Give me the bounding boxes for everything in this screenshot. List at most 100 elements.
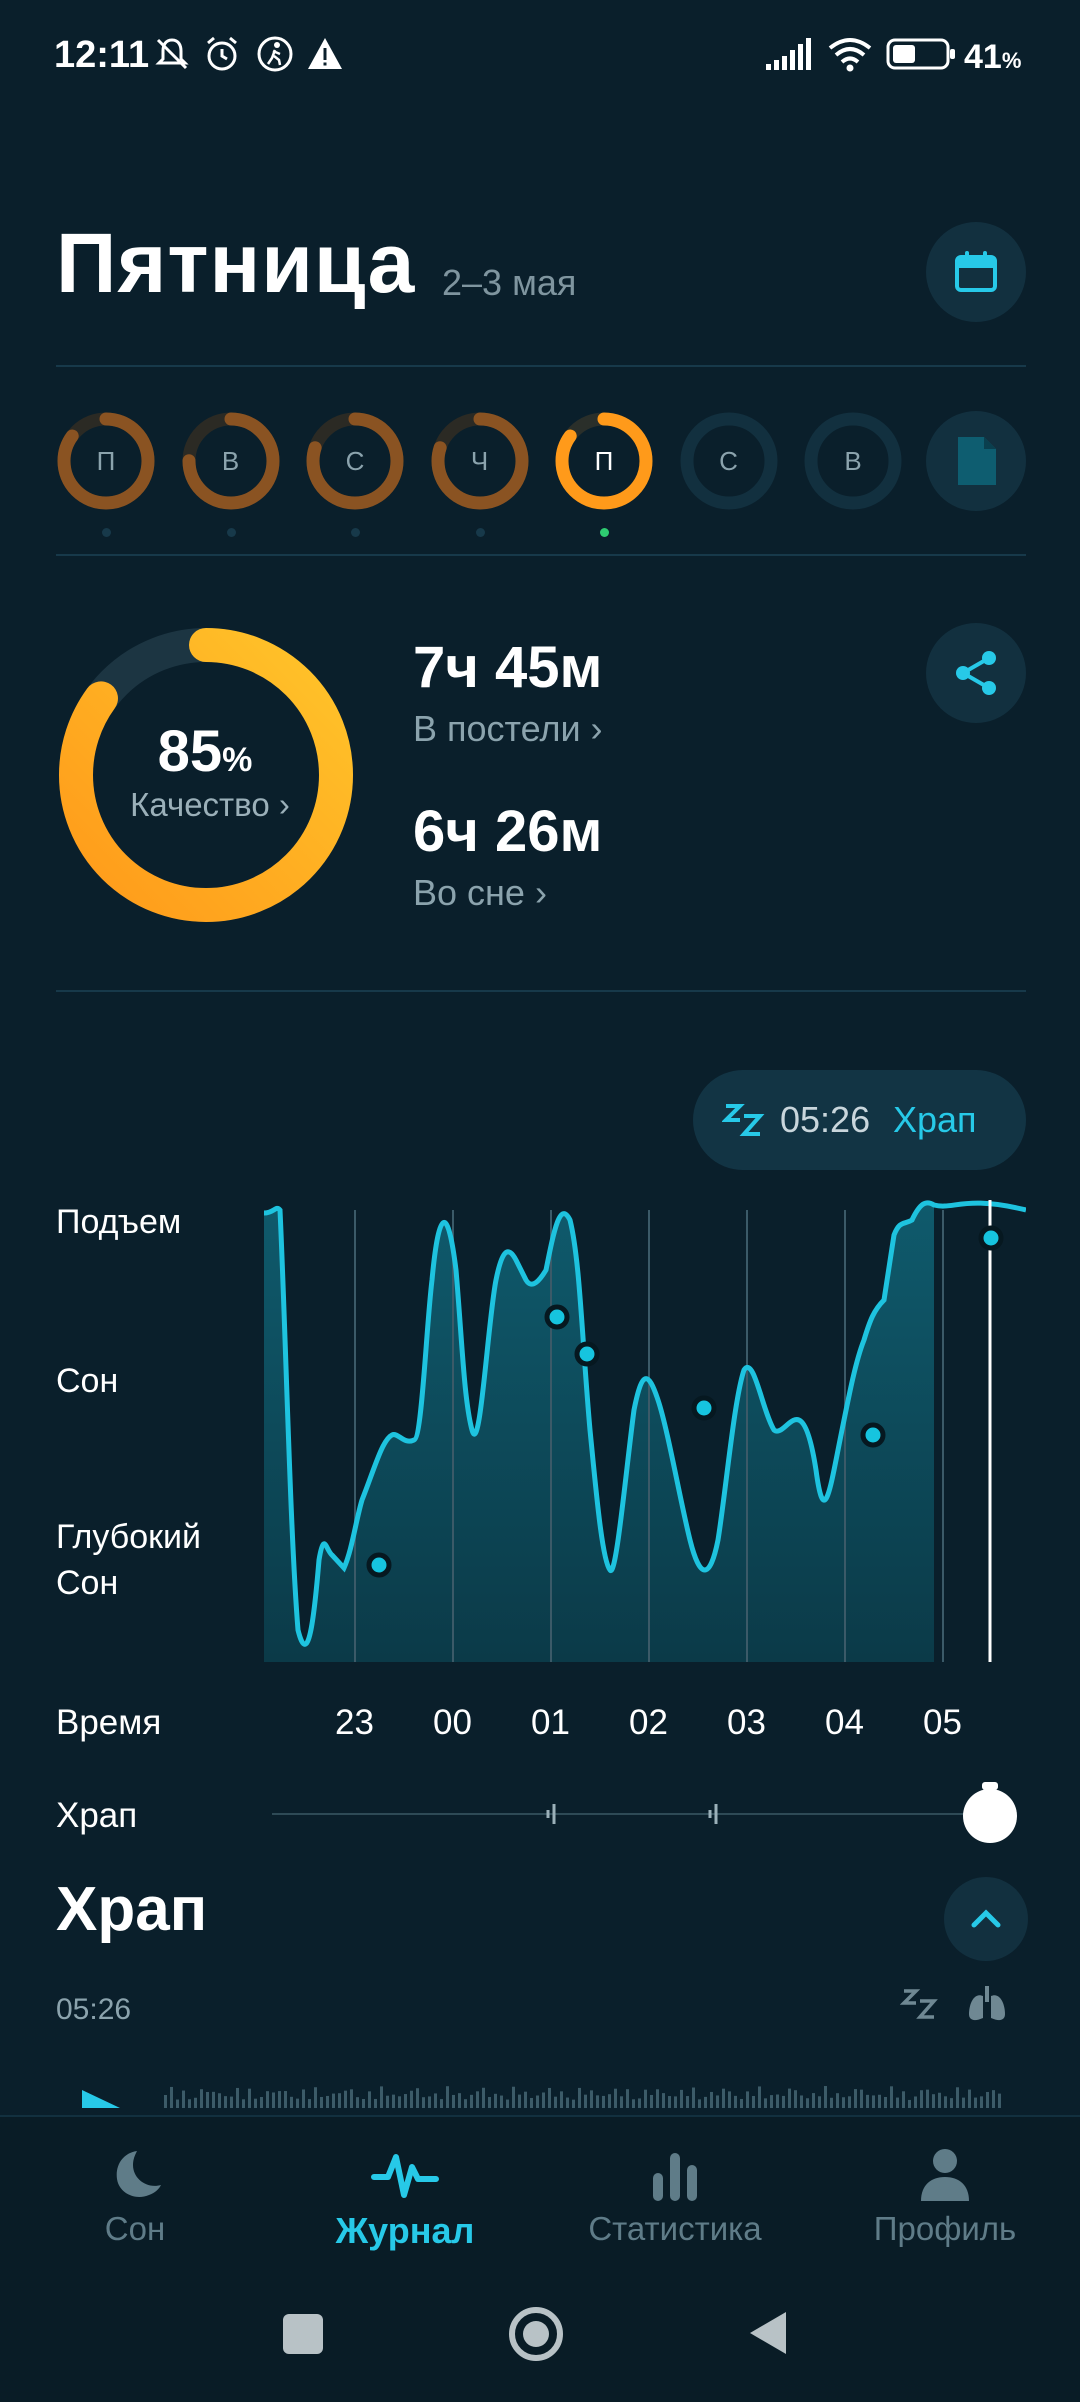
waveform-bar (776, 2094, 779, 2108)
waveform-bar (554, 2096, 557, 2108)
nav-statistics[interactable]: Статистика (575, 2115, 775, 2265)
person-icon (921, 2149, 969, 2201)
waveform-bar (632, 2099, 635, 2108)
week-day-6[interactable]: В (803, 411, 903, 511)
waveform-bar (962, 2097, 965, 2108)
waveform-bar (308, 2099, 311, 2108)
play-icon (82, 2090, 120, 2108)
week-day-0[interactable]: П (56, 411, 156, 511)
waveform-bar (488, 2097, 491, 2108)
waveform-bar (302, 2089, 305, 2108)
week-day-indicator (600, 528, 609, 537)
x-axis-label: Время (56, 1703, 162, 1742)
waveform-bar (182, 2090, 185, 2108)
sleep-chart[interactable] (264, 1200, 1026, 1662)
waveform-bar (578, 2087, 581, 2108)
sleep-area (264, 1202, 934, 1662)
report-button[interactable] (926, 411, 1026, 511)
battery-icon (886, 38, 955, 70)
nav-journal[interactable]: Журнал (300, 2115, 510, 2265)
waveform-bar (602, 2095, 605, 2108)
waveform-bar (386, 2095, 389, 2108)
week-day-3[interactable]: Ч (430, 411, 530, 511)
divider (56, 990, 1026, 992)
waveform-bar (980, 2096, 983, 2108)
waveform-bar (698, 2099, 701, 2108)
waveform-bar (644, 2089, 647, 2108)
recents-button[interactable] (283, 2314, 323, 2354)
waveform-bar (986, 2091, 989, 2108)
waveform-bar (764, 2098, 767, 2108)
date-range: 2–3 мая (442, 262, 577, 303)
week-day-5[interactable]: С (679, 411, 779, 511)
nav-sleep[interactable]: Сон (60, 2115, 210, 2265)
week-day-label: В (221, 446, 240, 476)
waveform-bar (944, 2096, 947, 2108)
waveform-bar (362, 2099, 365, 2108)
waveform-bar (176, 2099, 179, 2108)
waveform-bar (416, 2088, 419, 2108)
snore-timeline[interactable] (264, 1780, 1026, 1850)
waveform-bar (290, 2096, 293, 2108)
waveform-bar (806, 2098, 809, 2108)
asleep-value: 6ч 26м (413, 799, 603, 864)
collapse-button[interactable] (944, 1877, 1028, 1961)
x-tick-label: 00 (433, 1703, 472, 1742)
waveform-bar (668, 2096, 671, 2108)
waveform-bar (692, 2087, 695, 2108)
waveform-bar (830, 2097, 833, 2108)
in-bed-link[interactable]: В постели › (413, 708, 603, 750)
x-tick-label: 02 (629, 1703, 668, 1742)
waveform-bar (608, 2094, 611, 2108)
waveform-bar (890, 2086, 893, 2108)
waveform-bar (464, 2099, 467, 2108)
divider (56, 365, 1026, 367)
waveform-bar (284, 2091, 287, 2108)
waveform-bar (992, 2090, 995, 2108)
waveform-bar (512, 2086, 515, 2108)
waveform-bar (950, 2098, 953, 2108)
week-day-4[interactable]: П (554, 411, 654, 511)
waveform-bar (752, 2095, 755, 2108)
waveform-bar (626, 2089, 629, 2108)
lungs-icon (969, 1986, 1005, 2021)
waveform-bar (932, 2094, 935, 2108)
week-day-1[interactable]: В (181, 411, 281, 511)
home-button[interactable] (506, 2304, 566, 2364)
week-day-2[interactable]: С (305, 411, 405, 511)
waveform-bar (848, 2096, 851, 2108)
week-day-label: В (844, 446, 862, 476)
waveform-bar (500, 2095, 503, 2108)
waveform-bar (338, 2093, 341, 2108)
waveform-bar (542, 2092, 545, 2108)
waveform-bar (164, 2095, 167, 2108)
waveform-bar (470, 2094, 473, 2108)
waveform-bar (392, 2094, 395, 2108)
pulse-icon (371, 2154, 439, 2198)
snore-zz-icon (722, 1104, 765, 1136)
waveform-bar (278, 2091, 281, 2108)
waveform-bar (656, 2089, 659, 2108)
waveform-bar (722, 2088, 725, 2108)
quality-link[interactable]: Качество › (100, 786, 320, 824)
waveform-bar (560, 2091, 563, 2108)
waveform-bar (824, 2086, 827, 2108)
nav-profile[interactable]: Профиль (860, 2115, 1030, 2265)
waveform-bar (296, 2098, 299, 2108)
x-tick-label: 01 (531, 1703, 570, 1742)
quality-value: 85% (157, 719, 253, 784)
share-button[interactable] (926, 623, 1026, 723)
waveform-bar (704, 2096, 707, 2108)
waveform-bar (734, 2095, 737, 2108)
waveform-bar (272, 2092, 275, 2108)
waveform-bar (200, 2089, 203, 2108)
calendar-button[interactable] (926, 222, 1026, 322)
waveform-bar (230, 2096, 233, 2108)
back-button[interactable] (746, 2308, 790, 2358)
waveform-bar (404, 2094, 407, 2108)
waveform-bar (446, 2086, 449, 2108)
asleep-link[interactable]: Во сне › (413, 872, 547, 914)
waveform-bar (344, 2090, 347, 2108)
waveform-bar (410, 2090, 413, 2108)
waveform-bar (482, 2087, 485, 2108)
